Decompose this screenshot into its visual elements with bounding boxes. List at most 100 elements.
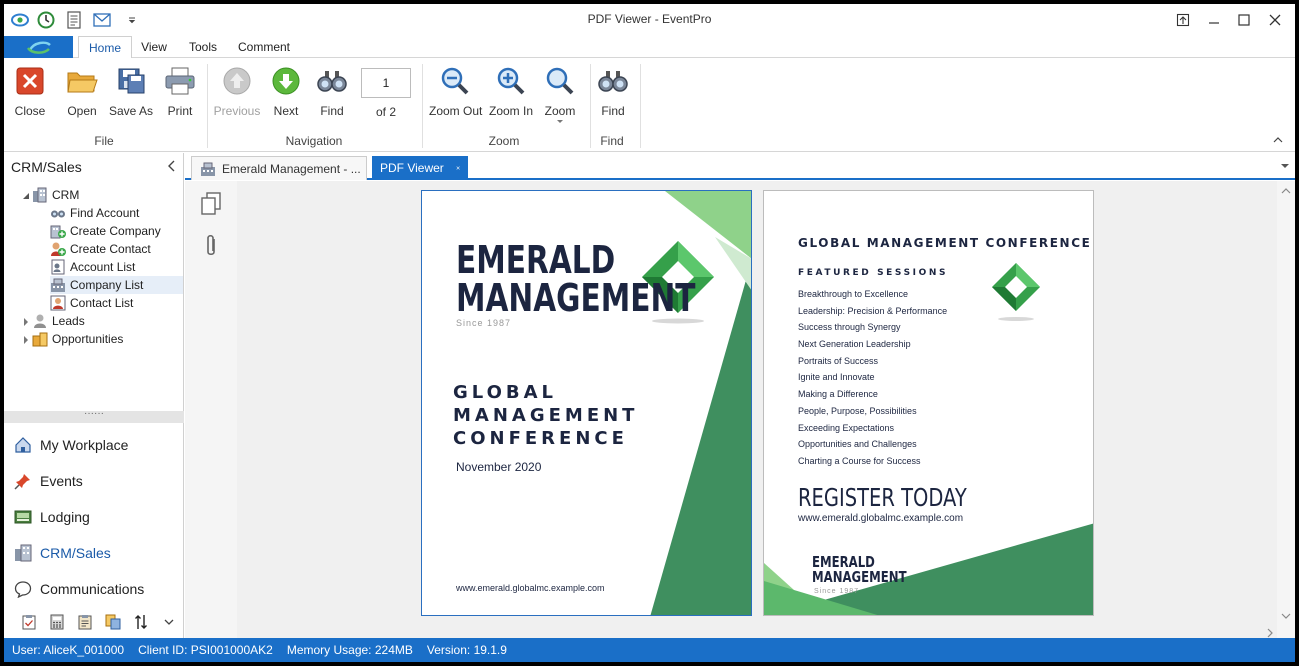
- zoom-icon: [543, 64, 577, 98]
- chevron-left-icon[interactable]: [164, 158, 180, 174]
- tree-item-leads[interactable]: Leads: [32, 312, 85, 330]
- zoom-out-icon: [438, 64, 472, 98]
- page1-url: www.emerald.globalmc.example.com: [456, 583, 605, 593]
- session-item: Charting a Course for Success: [798, 455, 921, 466]
- app-window: PDF Viewer - EventPro Home View Tools Co…: [4, 4, 1295, 662]
- clipboard-icon[interactable]: [76, 613, 94, 631]
- zoom-dropdown-button[interactable]: Zoom: [534, 64, 586, 123]
- tree-collapsed-icon[interactable]: [21, 335, 31, 345]
- tree-item-crm[interactable]: CRM: [32, 186, 79, 204]
- featured-sessions-heading: FEATURED SESSIONS: [798, 268, 949, 278]
- company-icon: [200, 161, 216, 177]
- minimize-button[interactable]: [1199, 8, 1229, 32]
- page2-url: www.emerald.globalmc.example.com: [798, 513, 964, 524]
- zoom-out-button[interactable]: Zoom Out: [429, 64, 482, 120]
- doc-tab-emerald-management[interactable]: Emerald Management - ...: [191, 156, 367, 180]
- tree-collapsed-icon[interactable]: [21, 317, 31, 327]
- session-item: Success through Synergy: [798, 322, 901, 333]
- doc-tab-pdf-viewer[interactable]: PDF Viewer: [372, 156, 468, 180]
- attachments-icon[interactable]: [199, 233, 223, 259]
- opportunities-icon: [32, 331, 48, 347]
- app-eye-icon[interactable]: [10, 10, 30, 30]
- page-thumbnails-icon[interactable]: [199, 191, 223, 217]
- vertical-scrollbar[interactable]: [1277, 181, 1295, 638]
- scroll-up-icon[interactable]: [1281, 187, 1291, 195]
- nav-lodging[interactable]: Lodging: [14, 505, 90, 529]
- pdf-page-1[interactable]: EMERALD MANAGEMENT Since 1987 GLOBAL MAN…: [421, 190, 752, 616]
- application-menu-button[interactable]: [4, 36, 73, 58]
- nav-splitter[interactable]: ······: [4, 409, 184, 423]
- session-item: Opportunities and Challenges: [798, 439, 917, 450]
- pushpin-icon: [14, 472, 32, 490]
- tree-item-find-account[interactable]: Find Account: [50, 204, 139, 222]
- company-list-icon: [50, 277, 66, 293]
- pdf-page-2[interactable]: GLOBAL MANAGEMENT CONFERENCE FEATURED SE…: [763, 190, 1094, 616]
- calculator-icon[interactable]: [48, 613, 66, 631]
- tree-item-company-list[interactable]: Company List: [50, 276, 183, 294]
- tab-comment[interactable]: Comment: [236, 36, 292, 58]
- previous-button[interactable]: Previous: [211, 64, 263, 120]
- tab-view[interactable]: View: [134, 36, 174, 58]
- page2-brand-line2: MANAGEMENT: [812, 568, 907, 586]
- page-count-label: of 2: [375, 105, 396, 119]
- chevron-down-icon: [557, 120, 563, 123]
- tree-expanded-icon[interactable]: [21, 191, 31, 201]
- tab-list-dropdown-icon[interactable]: [1280, 161, 1290, 171]
- document-icon[interactable]: [64, 10, 84, 30]
- tab-tools[interactable]: Tools: [182, 36, 224, 58]
- tree-item-contact-list[interactable]: Contact List: [50, 294, 133, 312]
- maximize-button[interactable]: [1229, 8, 1259, 32]
- find-button[interactable]: Find: [306, 64, 358, 120]
- printer-icon: [163, 64, 197, 98]
- mail-icon[interactable]: [92, 10, 112, 30]
- nav-communications[interactable]: Communications: [14, 577, 144, 601]
- print-button[interactable]: Print: [154, 64, 206, 120]
- sort-arrows-icon[interactable]: [132, 613, 150, 631]
- next-button[interactable]: Next: [260, 64, 312, 120]
- group-label-find: Find: [600, 134, 624, 148]
- nav-events[interactable]: Events: [14, 469, 83, 493]
- quick-access-dropdown-icon[interactable]: [122, 10, 142, 30]
- ribbon-tab-row: Home View Tools Comment: [4, 36, 1295, 59]
- session-item: Exceeding Expectations: [798, 422, 895, 433]
- sessions-list: Breakthrough to Excellence Leadership: P…: [798, 289, 947, 473]
- ribbon-display-options-icon[interactable]: [1168, 8, 1198, 32]
- chevron-down-icon[interactable]: [160, 613, 178, 631]
- nav-my-workplace[interactable]: My Workplace: [14, 433, 128, 457]
- documents-icon[interactable]: [104, 613, 122, 631]
- page2-title: GLOBAL MANAGEMENT CONFERENCE: [798, 236, 1092, 250]
- close-icon[interactable]: [456, 162, 460, 174]
- close-button[interactable]: Close: [4, 64, 56, 120]
- page-number-input[interactable]: 1: [361, 68, 411, 98]
- scroll-right-icon[interactable]: [1266, 628, 1274, 638]
- zoom-in-button[interactable]: Zoom In: [485, 64, 537, 120]
- conference-line2: MANAGEMENT: [453, 405, 639, 426]
- tab-home[interactable]: Home: [78, 36, 132, 59]
- collapse-ribbon-icon[interactable]: [1273, 136, 1283, 144]
- clock-icon[interactable]: [36, 10, 56, 30]
- tree-item-opportunities[interactable]: Opportunities: [32, 330, 123, 348]
- save-as-button[interactable]: Save As: [105, 64, 157, 120]
- clipboard-check-icon[interactable]: [20, 613, 38, 631]
- session-item: Next Generation Leadership: [798, 339, 911, 350]
- find-text-button[interactable]: Find: [587, 64, 639, 120]
- document-tab-bar: Emerald Management - ... PDF Viewer: [185, 153, 1295, 180]
- app-logo-icon: [26, 41, 51, 54]
- tree-item-create-company[interactable]: Create Company: [50, 222, 161, 240]
- zoom-in-icon: [494, 64, 528, 98]
- ribbon-home: Close Open Save As Print Previous Next F…: [4, 58, 1295, 152]
- home-icon: [14, 436, 32, 454]
- open-button[interactable]: Open: [56, 64, 108, 120]
- binoculars-icon: [596, 64, 630, 98]
- status-user: User: AliceK_001000: [12, 643, 125, 657]
- nav-crm-sales[interactable]: CRM/Sales: [14, 541, 111, 565]
- since-label: Since 1987: [456, 318, 512, 328]
- scroll-down-icon[interactable]: [1281, 612, 1291, 620]
- group-label-zoom: Zoom: [488, 134, 520, 148]
- tree-item-create-contact[interactable]: Create Contact: [50, 240, 151, 258]
- contact-list-icon: [50, 295, 66, 311]
- close-window-button[interactable]: [1260, 8, 1290, 32]
- tree-item-account-list[interactable]: Account List: [50, 258, 135, 276]
- pdf-viewer[interactable]: EMERALD MANAGEMENT Since 1987 GLOBAL MAN…: [185, 181, 1295, 638]
- arrow-down-icon: [269, 64, 303, 98]
